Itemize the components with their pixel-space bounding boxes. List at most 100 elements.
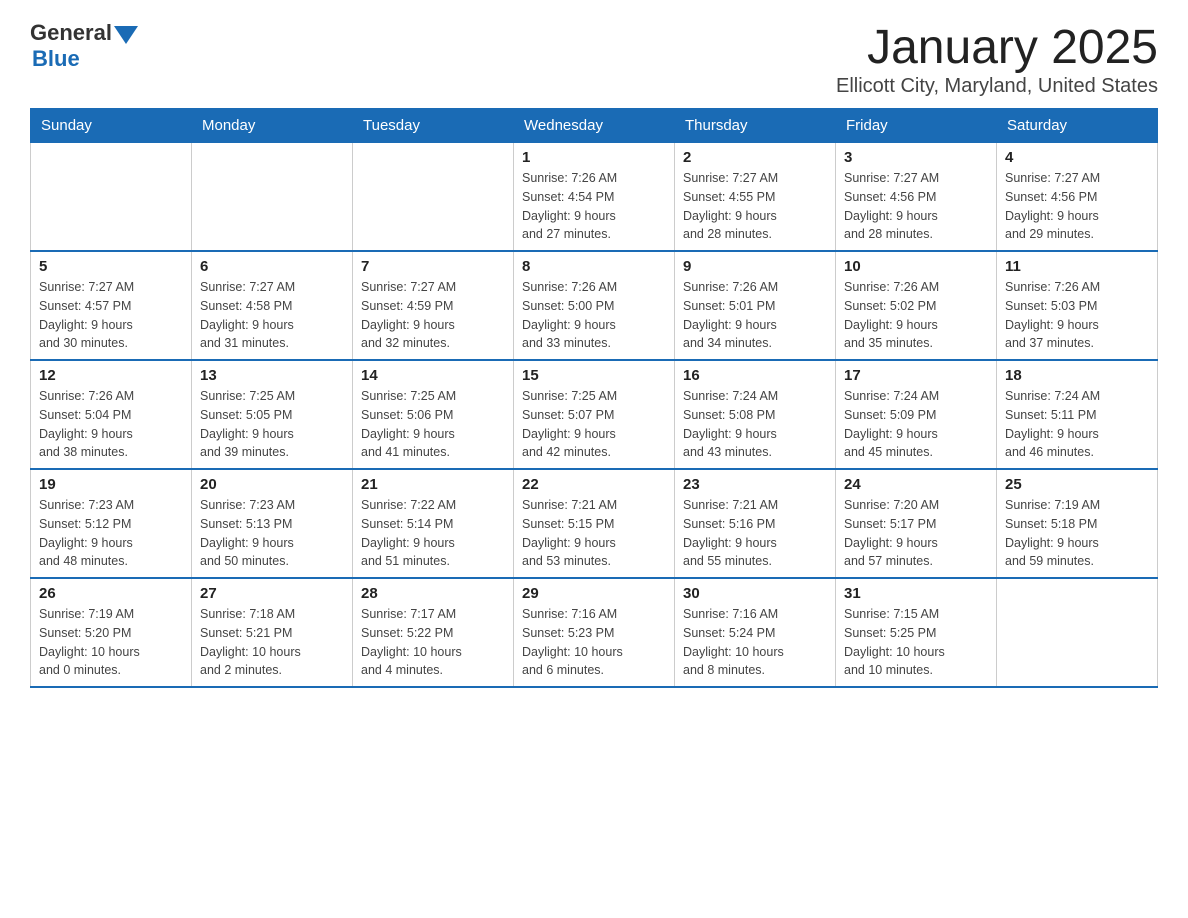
day-info: Sunrise: 7:27 AMSunset: 4:56 PMDaylight:…: [844, 169, 988, 244]
day-info: Sunrise: 7:25 AMSunset: 5:07 PMDaylight:…: [522, 387, 666, 462]
calendar-day-20: 20 Sunrise: 7:23 AMSunset: 5:13 PMDayligh…: [192, 469, 353, 578]
day-info: Sunrise: 7:21 AMSunset: 5:16 PMDaylight:…: [683, 496, 827, 571]
day-info: Sunrise: 7:27 AMSunset: 4:58 PMDaylight:…: [200, 278, 344, 353]
calendar-day-1: 1 Sunrise: 7:26 AMSunset: 4:54 PMDaylight…: [514, 143, 675, 252]
day-number: 13: [200, 367, 344, 384]
day-info: Sunrise: 7:19 AMSunset: 5:20 PMDaylight:…: [39, 605, 183, 680]
calendar-header-row: SundayMondayTuesdayWednesdayThursdayFrid…: [31, 109, 1158, 143]
title-area: January 2025 Ellicott City, Maryland, Un…: [836, 20, 1158, 98]
day-info: Sunrise: 7:23 AMSunset: 5:13 PMDaylight:…: [200, 496, 344, 571]
day-info: Sunrise: 7:25 AMSunset: 5:06 PMDaylight:…: [361, 387, 505, 462]
weekday-header-wednesday: Wednesday: [514, 109, 675, 143]
day-number: 15: [522, 367, 666, 384]
day-info: Sunrise: 7:26 AMSunset: 5:02 PMDaylight:…: [844, 278, 988, 353]
day-info: Sunrise: 7:18 AMSunset: 5:21 PMDaylight:…: [200, 605, 344, 680]
day-number: 18: [1005, 367, 1149, 384]
calendar-title: January 2025: [836, 20, 1158, 75]
day-info: Sunrise: 7:24 AMSunset: 5:08 PMDaylight:…: [683, 387, 827, 462]
day-info: Sunrise: 7:27 AMSunset: 4:55 PMDaylight:…: [683, 169, 827, 244]
logo-general-text: General: [30, 20, 112, 46]
weekday-header-friday: Friday: [836, 109, 997, 143]
calendar-day-4: 4 Sunrise: 7:27 AMSunset: 4:56 PMDaylight…: [997, 143, 1158, 252]
day-info: Sunrise: 7:26 AMSunset: 4:54 PMDaylight:…: [522, 169, 666, 244]
day-info: Sunrise: 7:22 AMSunset: 5:14 PMDaylight:…: [361, 496, 505, 571]
calendar-day-19: 19 Sunrise: 7:23 AMSunset: 5:12 PMDayligh…: [31, 469, 192, 578]
calendar-day-13: 13 Sunrise: 7:25 AMSunset: 5:05 PMDayligh…: [192, 360, 353, 469]
calendar-day-9: 9Sunrise: 7:26 AMSunset: 5:01 PMDaylight…: [675, 251, 836, 360]
calendar-day-8: 8Sunrise: 7:26 AMSunset: 5:00 PMDaylight…: [514, 251, 675, 360]
day-number: 11: [1005, 258, 1149, 275]
calendar-day-15: 15 Sunrise: 7:25 AMSunset: 5:07 PMDayligh…: [514, 360, 675, 469]
day-info: Sunrise: 7:27 AMSunset: 4:57 PMDaylight:…: [39, 278, 183, 353]
weekday-header-thursday: Thursday: [675, 109, 836, 143]
day-number: 16: [683, 367, 827, 384]
day-info: Sunrise: 7:20 AMSunset: 5:17 PMDaylight:…: [844, 496, 988, 571]
calendar-day-3: 3 Sunrise: 7:27 AMSunset: 4:56 PMDaylight…: [836, 143, 997, 252]
calendar-week-row: 5 Sunrise: 7:27 AMSunset: 4:57 PMDaylight…: [31, 251, 1158, 360]
weekday-header-sunday: Sunday: [31, 109, 192, 143]
calendar-day-25: 25 Sunrise: 7:19 AMSunset: 5:18 PMDayligh…: [997, 469, 1158, 578]
day-number: 25: [1005, 476, 1149, 493]
day-number: 21: [361, 476, 505, 493]
day-number: 23: [683, 476, 827, 493]
day-info: Sunrise: 7:27 AMSunset: 4:56 PMDaylight:…: [1005, 169, 1149, 244]
day-number: 10: [844, 258, 988, 275]
logo-blue-text: Blue: [32, 46, 80, 72]
calendar-empty-cell: [192, 143, 353, 252]
day-number: 2: [683, 149, 827, 166]
calendar-day-27: 27 Sunrise: 7:18 AMSunset: 5:21 PMDayligh…: [192, 578, 353, 687]
calendar-day-21: 21 Sunrise: 7:22 AMSunset: 5:14 PMDayligh…: [353, 469, 514, 578]
day-info: Sunrise: 7:25 AMSunset: 5:05 PMDaylight:…: [200, 387, 344, 462]
calendar-day-26: 26 Sunrise: 7:19 AMSunset: 5:20 PMDayligh…: [31, 578, 192, 687]
calendar-day-11: 11 Sunrise: 7:26 AMSunset: 5:03 PMDayligh…: [997, 251, 1158, 360]
day-info: Sunrise: 7:21 AMSunset: 5:15 PMDaylight:…: [522, 496, 666, 571]
day-number: 24: [844, 476, 988, 493]
calendar-day-31: 31Sunrise: 7:15 AMSunset: 5:25 PMDayligh…: [836, 578, 997, 687]
logo: General Blue: [30, 20, 138, 72]
day-number: 7: [361, 258, 505, 275]
day-number: 26: [39, 585, 183, 602]
weekday-header-monday: Monday: [192, 109, 353, 143]
day-number: 1: [522, 149, 666, 166]
day-info: Sunrise: 7:17 AMSunset: 5:22 PMDaylight:…: [361, 605, 505, 680]
day-info: Sunrise: 7:19 AMSunset: 5:18 PMDaylight:…: [1005, 496, 1149, 571]
day-number: 5: [39, 258, 183, 275]
day-info: Sunrise: 7:27 AMSunset: 4:59 PMDaylight:…: [361, 278, 505, 353]
day-number: 27: [200, 585, 344, 602]
day-info: Sunrise: 7:15 AMSunset: 5:25 PMDaylight:…: [844, 605, 988, 680]
calendar-day-17: 17Sunrise: 7:24 AMSunset: 5:09 PMDayligh…: [836, 360, 997, 469]
day-info: Sunrise: 7:16 AMSunset: 5:24 PMDaylight:…: [683, 605, 827, 680]
calendar-week-row: 26 Sunrise: 7:19 AMSunset: 5:20 PMDayligh…: [31, 578, 1158, 687]
logo-triangle-icon: [114, 26, 138, 44]
calendar-day-28: 28Sunrise: 7:17 AMSunset: 5:22 PMDayligh…: [353, 578, 514, 687]
weekday-header-tuesday: Tuesday: [353, 109, 514, 143]
calendar-week-row: 19 Sunrise: 7:23 AMSunset: 5:12 PMDayligh…: [31, 469, 1158, 578]
day-info: Sunrise: 7:24 AMSunset: 5:09 PMDaylight:…: [844, 387, 988, 462]
day-number: 19: [39, 476, 183, 493]
day-number: 4: [1005, 149, 1149, 166]
day-info: Sunrise: 7:23 AMSunset: 5:12 PMDaylight:…: [39, 496, 183, 571]
day-number: 20: [200, 476, 344, 493]
day-number: 14: [361, 367, 505, 384]
calendar-empty-cell: [353, 143, 514, 252]
calendar-day-22: 22Sunrise: 7:21 AMSunset: 5:15 PMDayligh…: [514, 469, 675, 578]
calendar-week-row: 12Sunrise: 7:26 AMSunset: 5:04 PMDayligh…: [31, 360, 1158, 469]
weekday-header-saturday: Saturday: [997, 109, 1158, 143]
day-number: 9: [683, 258, 827, 275]
calendar-day-7: 7 Sunrise: 7:27 AMSunset: 4:59 PMDaylight…: [353, 251, 514, 360]
day-number: 6: [200, 258, 344, 275]
calendar-day-23: 23 Sunrise: 7:21 AMSunset: 5:16 PMDayligh…: [675, 469, 836, 578]
day-number: 3: [844, 149, 988, 166]
day-info: Sunrise: 7:26 AMSunset: 5:03 PMDaylight:…: [1005, 278, 1149, 353]
calendar-day-12: 12Sunrise: 7:26 AMSunset: 5:04 PMDayligh…: [31, 360, 192, 469]
calendar-table: SundayMondayTuesdayWednesdayThursdayFrid…: [30, 108, 1158, 688]
day-info: Sunrise: 7:16 AMSunset: 5:23 PMDaylight:…: [522, 605, 666, 680]
day-number: 12: [39, 367, 183, 384]
calendar-subtitle: Ellicott City, Maryland, United States: [836, 75, 1158, 98]
day-info: Sunrise: 7:26 AMSunset: 5:00 PMDaylight:…: [522, 278, 666, 353]
day-number: 29: [522, 585, 666, 602]
calendar-week-row: 1 Sunrise: 7:26 AMSunset: 4:54 PMDaylight…: [31, 143, 1158, 252]
calendar-day-16: 16 Sunrise: 7:24 AMSunset: 5:08 PMDayligh…: [675, 360, 836, 469]
calendar-empty-cell: [31, 143, 192, 252]
calendar-day-6: 6 Sunrise: 7:27 AMSunset: 4:58 PMDaylight…: [192, 251, 353, 360]
